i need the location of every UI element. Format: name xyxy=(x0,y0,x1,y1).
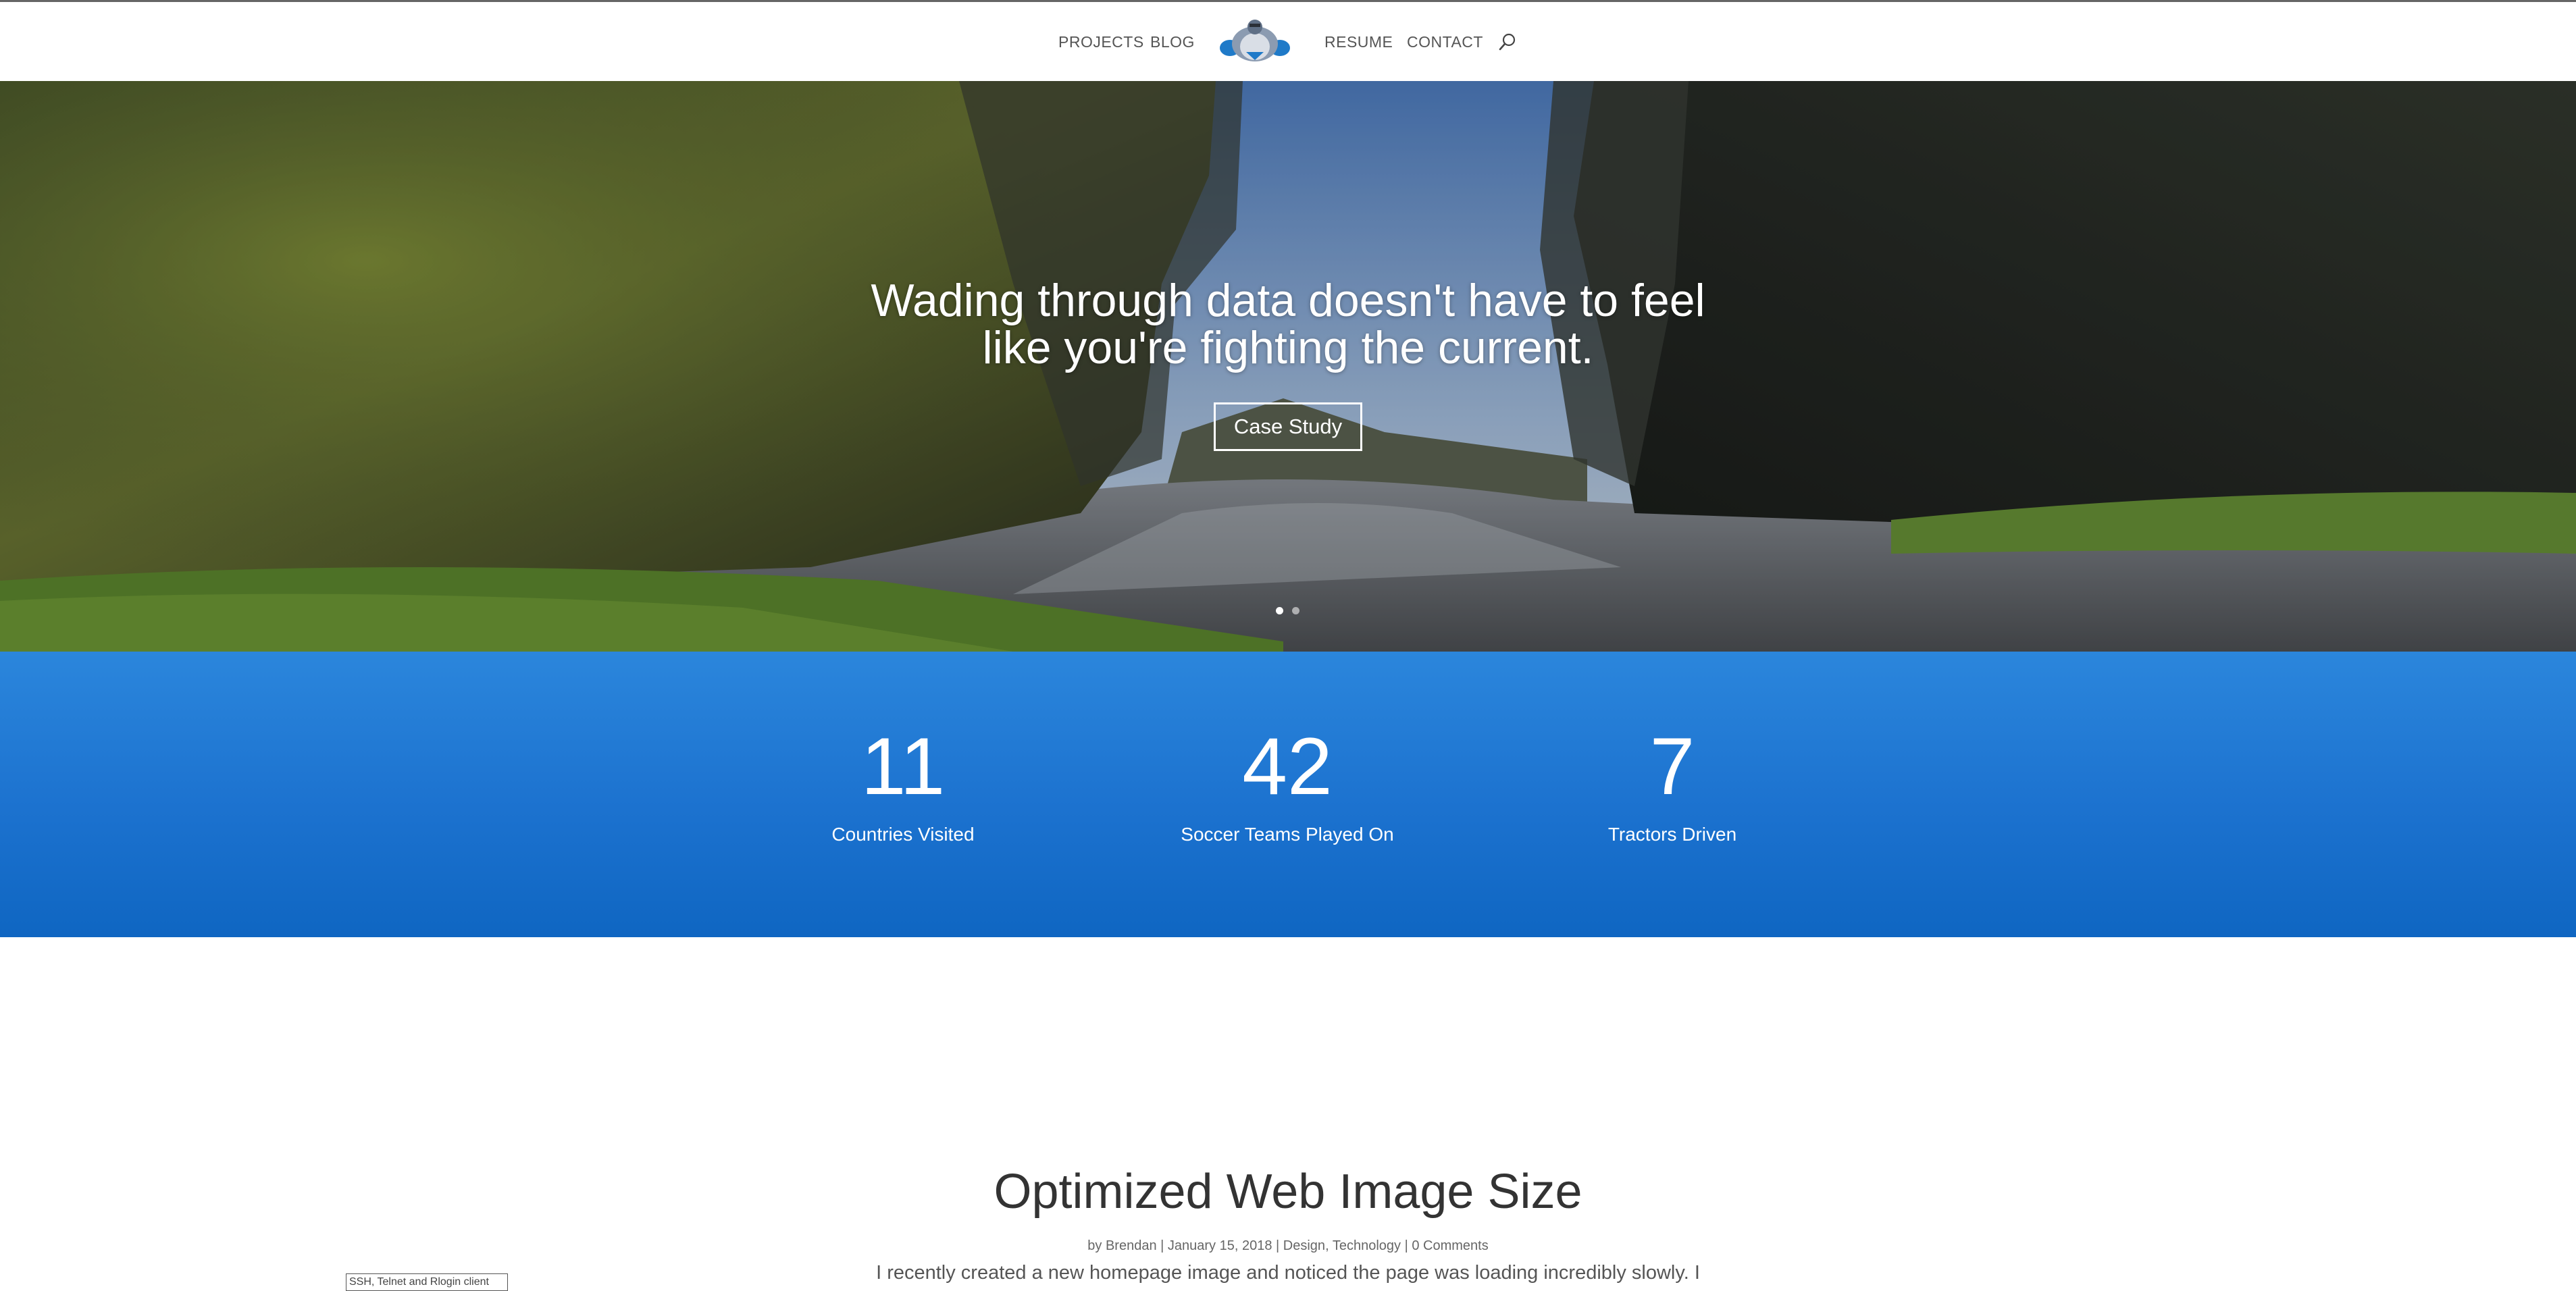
post-comments-link[interactable]: 0 Comments xyxy=(1412,1238,1488,1253)
slider-dot-1[interactable] xyxy=(1276,607,1283,614)
case-study-button[interactable]: Case Study xyxy=(1214,402,1362,451)
meta-separator: | xyxy=(1160,1238,1168,1253)
meta-separator: | xyxy=(1276,1238,1283,1253)
post-excerpt: I recently created a new homepage image … xyxy=(876,1262,1700,1284)
post-date: January 15, 2018 xyxy=(1167,1238,1272,1253)
site-header: PROJECTS BLOG RESUME CONTACT xyxy=(0,2,2576,82)
post-meta: by Brendan | January 15, 2018 | Design, … xyxy=(748,1238,1828,1254)
category-link-design[interactable]: Design xyxy=(1283,1238,1325,1253)
hero-headline: Wading through data doesn't have to feel… xyxy=(748,277,1828,371)
stat-number: 11 xyxy=(860,721,946,812)
nav-projects[interactable]: PROJECTS xyxy=(1058,33,1144,51)
nav-blog[interactable]: BLOG xyxy=(1150,33,1195,51)
tooltip: SSH, Telnet and Rlogin client xyxy=(346,1273,508,1291)
stat-label: Countries Visited xyxy=(831,824,975,845)
hero-slider: Wading through data doesn't have to feel… xyxy=(0,81,2576,652)
nav-resume[interactable]: RESUME xyxy=(1324,33,1393,51)
hero-headline-line-1: Wading through data doesn't have to feel xyxy=(871,275,1705,326)
meta-separator: | xyxy=(1404,1238,1412,1253)
hero-headline-line-2: like you're fighting the current. xyxy=(982,322,1594,373)
gorilla-logo-icon[interactable] xyxy=(1219,18,1291,63)
category-link-technology[interactable]: Technology xyxy=(1333,1238,1401,1253)
category-separator: , xyxy=(1325,1238,1333,1253)
stat-label: Soccer Teams Played On xyxy=(1181,824,1394,845)
post-meta-prefix: by xyxy=(1087,1238,1102,1253)
nav-contact[interactable]: CONTACT xyxy=(1407,33,1483,51)
stat-number: 42 xyxy=(1242,721,1333,812)
post-author-link[interactable]: Brendan xyxy=(1106,1238,1157,1253)
stat-number: 7 xyxy=(1649,721,1695,812)
stat-label: Tractors Driven xyxy=(1607,824,1737,845)
post-title[interactable]: Optimized Web Image Size xyxy=(748,1165,1828,1219)
search-icon[interactable] xyxy=(1497,32,1518,52)
slider-dot-2[interactable] xyxy=(1292,607,1299,614)
stats-section: 11 Countries Visited 42 Soccer Teams Pla… xyxy=(0,652,2576,937)
